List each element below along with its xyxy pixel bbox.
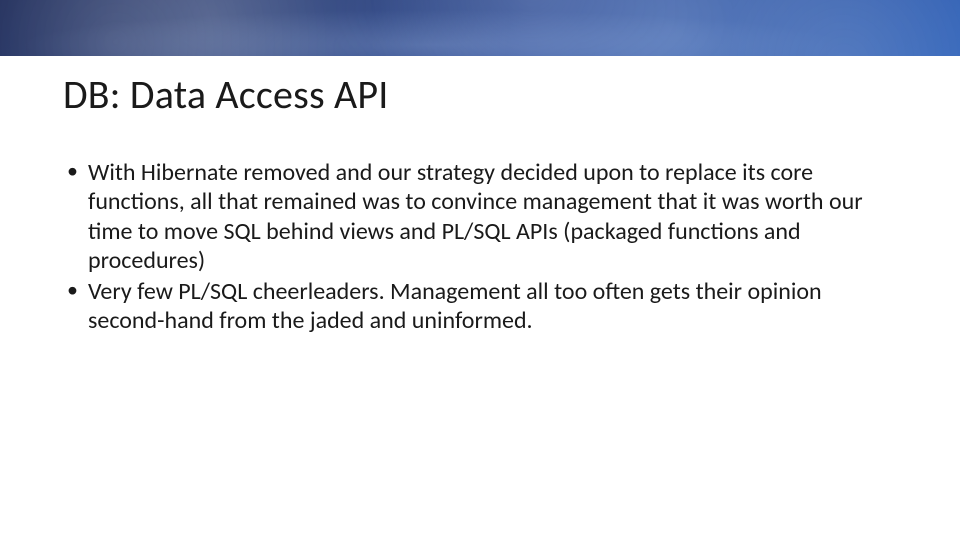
bullet-text: With Hibernate removed and our strategy … xyxy=(88,158,863,275)
bullet-item: Very few PL/SQL cheerleaders. Management… xyxy=(63,277,890,336)
banner-image xyxy=(0,0,960,56)
bullet-text: Very few PL/SQL cheerleaders. Management… xyxy=(88,277,822,335)
slide-title: DB: Data Access API xyxy=(63,70,389,119)
bullet-item: With Hibernate removed and our strategy … xyxy=(63,158,890,275)
slide: DB: Data Access API With Hibernate remov… xyxy=(0,0,960,540)
slide-body: With Hibernate removed and our strategy … xyxy=(63,158,890,338)
